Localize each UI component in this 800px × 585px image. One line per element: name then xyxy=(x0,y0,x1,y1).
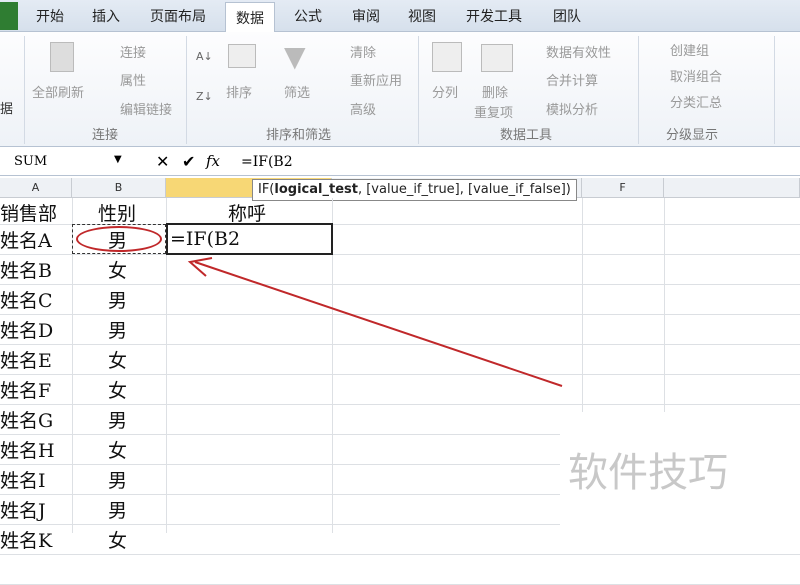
watermark: 软件技巧 xyxy=(568,450,728,496)
